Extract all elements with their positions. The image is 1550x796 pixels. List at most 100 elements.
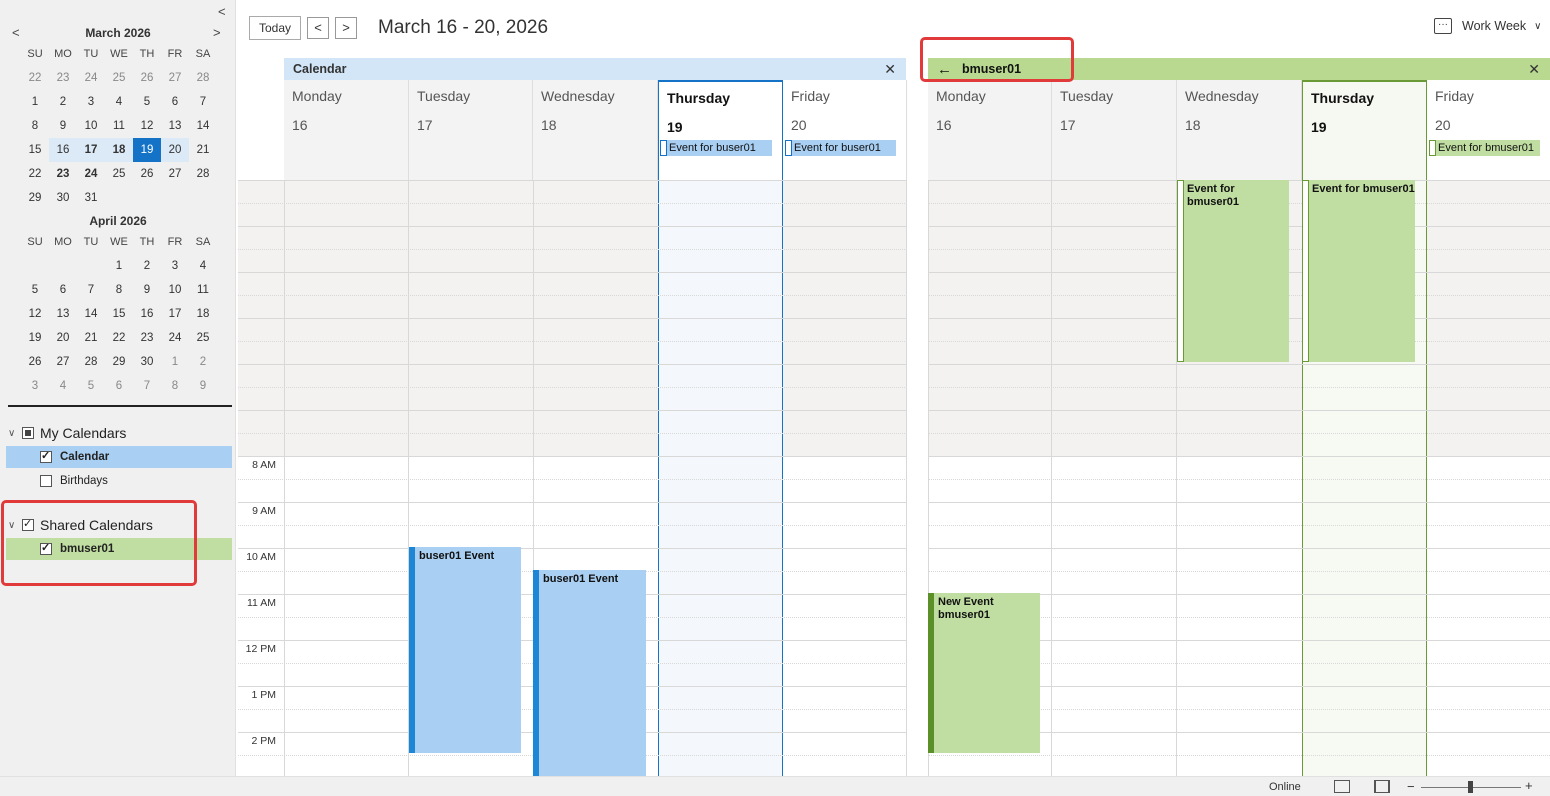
mini-calendar-day[interactable]: 29 <box>105 350 133 374</box>
group-checkbox[interactable] <box>22 427 34 439</box>
mini-calendar-day[interactable]: 26 <box>21 350 49 374</box>
day-header-wednesday[interactable]: Wednesday 18 <box>1177 80 1302 180</box>
mini-calendar-day[interactable]: 10 <box>77 114 105 138</box>
day-header-friday[interactable]: Friday 20 <box>1427 80 1550 180</box>
chevron-down-icon[interactable]: ∨ <box>8 428 22 439</box>
mini-calendar-day[interactable]: 13 <box>161 114 189 138</box>
mini-calendar-day[interactable]: 6 <box>105 374 133 398</box>
allday-event[interactable]: Event for bmuser01 <box>1429 140 1540 156</box>
mini-calendar-day[interactable]: 3 <box>161 254 189 278</box>
mini-calendar-day[interactable]: 22 <box>21 66 49 90</box>
calendar-event[interactable]: buser01 Event <box>409 547 521 753</box>
mini-calendar-day[interactable]: 27 <box>161 162 189 186</box>
day-header-thursday[interactable]: Thursday 19 <box>1302 80 1427 180</box>
allday-event[interactable]: Event for buser01 <box>660 140 772 156</box>
mini-calendar-day[interactable]: 7 <box>77 278 105 302</box>
calendar-pane-header[interactable]: Calendar ✕ <box>284 58 906 80</box>
allday-event[interactable]: Event for buser01 <box>785 140 896 156</box>
calendar-checkbox[interactable] <box>40 449 52 463</box>
mini-calendar-day[interactable]: 3 <box>21 374 49 398</box>
mini-calendar-day[interactable]: 17 <box>161 302 189 326</box>
mini-calendar-day[interactable]: 21 <box>189 138 217 162</box>
calendar-item-birthdays[interactable]: Birthdays <box>6 470 232 492</box>
mini-calendar-day[interactable]: 2 <box>133 254 161 278</box>
mini-calendar-day[interactable]: 4 <box>49 374 77 398</box>
mini-calendar-day[interactable]: 24 <box>77 66 105 90</box>
zoom-in-button[interactable]: + <box>1525 778 1533 793</box>
mini-calendar-day[interactable]: 9 <box>133 278 161 302</box>
mini-calendar-day[interactable]: 12 <box>21 302 49 326</box>
calendar-event[interactable]: Event for bmuser01 <box>1177 180 1289 362</box>
mini-calendar-day[interactable]: 12 <box>133 114 161 138</box>
mini-calendar-day[interactable]: 28 <box>189 66 217 90</box>
mini-calendar-day[interactable]: 23 <box>49 162 77 186</box>
mini-calendar-day[interactable]: 1 <box>21 90 49 114</box>
close-icon[interactable]: ✕ <box>884 61 896 78</box>
mini-calendar-day[interactable]: 14 <box>189 114 217 138</box>
mini-calendar-day[interactable]: 24 <box>161 326 189 350</box>
mini-calendar-day[interactable]: 15 <box>105 302 133 326</box>
mini-calendar-day[interactable]: 23 <box>49 66 77 90</box>
mini-calendar-day[interactable]: 25 <box>105 162 133 186</box>
mini-calendar-day[interactable]: 2 <box>189 350 217 374</box>
mini-calendar-day[interactable]: 23 <box>133 326 161 350</box>
mini-calendar-day[interactable]: 30 <box>133 350 161 374</box>
mini-calendar-day[interactable]: 28 <box>189 162 217 186</box>
mini-calendar-day[interactable]: 20 <box>49 326 77 350</box>
mini-calendar-day[interactable]: 18 <box>189 302 217 326</box>
mini-calendar-day[interactable]: 17 <box>77 138 105 162</box>
day-header-tuesday[interactable]: Tuesday 17 <box>1052 80 1177 180</box>
mini-calendar-day[interactable]: 5 <box>77 374 105 398</box>
day-header-friday[interactable]: Friday 20 <box>783 80 907 180</box>
mini-calendar-day[interactable]: 26 <box>133 162 161 186</box>
calendar-item-calendar[interactable]: Calendar <box>6 446 232 468</box>
zoom-slider-thumb[interactable] <box>1468 781 1473 793</box>
mini-calendar-day[interactable]: 5 <box>21 278 49 302</box>
mini-calendar-day[interactable]: 21 <box>77 326 105 350</box>
mini-calendar-day[interactable]: 1 <box>105 254 133 278</box>
calendar-event[interactable]: New Event bmuser01 <box>928 593 1040 753</box>
day-header-monday[interactable]: Monday 16 <box>284 80 409 180</box>
mini-calendar-day[interactable]: 16 <box>49 138 77 162</box>
reading-view-icon[interactable] <box>1374 780 1390 793</box>
mini-calendar-day[interactable]: 8 <box>105 278 133 302</box>
close-icon[interactable]: ✕ <box>1528 61 1540 78</box>
day-header-monday[interactable]: Monday 16 <box>928 80 1052 180</box>
previous-week-button[interactable]: < <box>307 17 329 39</box>
calendar-event[interactable]: Event for bmuser01 <box>1302 180 1415 362</box>
collapse-sidebar-button[interactable]: < <box>218 4 226 19</box>
mini-calendar-day[interactable]: 11 <box>189 278 217 302</box>
mini-calendar-day[interactable]: 18 <box>105 138 133 162</box>
mini-calendar-day[interactable]: 11 <box>105 114 133 138</box>
mini-calendar-day[interactable]: 26 <box>133 66 161 90</box>
mini-calendar-day[interactable]: 20 <box>161 138 189 162</box>
mini-calendar-day[interactable]: 22 <box>105 326 133 350</box>
mini-calendar-day[interactable]: 25 <box>105 66 133 90</box>
next-week-button[interactable]: > <box>335 17 357 39</box>
day-header-tuesday[interactable]: Tuesday 17 <box>409 80 533 180</box>
mini-calendar-day[interactable]: 22 <box>21 162 49 186</box>
mini-calendar-day[interactable]: 30 <box>49 186 77 210</box>
birthdays-checkbox[interactable] <box>40 475 52 487</box>
my-calendars-group[interactable]: ∨ My Calendars <box>8 422 126 444</box>
mini-calendar-day[interactable]: 31 <box>77 186 105 210</box>
today-button[interactable]: Today <box>249 16 301 40</box>
mini-calendar-day[interactable]: 29 <box>21 186 49 210</box>
mini-calendar-day[interactable]: 9 <box>189 374 217 398</box>
mini-calendar-day[interactable]: 25 <box>189 326 217 350</box>
mini-calendar-day[interactable]: 7 <box>133 374 161 398</box>
mini-calendar-day[interactable]: 6 <box>161 90 189 114</box>
view-selector[interactable]: Work Week ∨ <box>1434 18 1541 34</box>
day-header-thursday[interactable]: Thursday 19 <box>658 80 783 180</box>
mini-calendar-day[interactable]: 6 <box>49 278 77 302</box>
mini-calendar-day[interactable]: 24 <box>77 162 105 186</box>
mini-calendar-day[interactable]: 4 <box>105 90 133 114</box>
mini-calendar-day[interactable]: 4 <box>189 254 217 278</box>
mini-calendar-day[interactable]: 2 <box>49 90 77 114</box>
mini-calendar-day[interactable]: 19 <box>133 138 161 162</box>
mini-calendar-day[interactable]: 15 <box>21 138 49 162</box>
mini-calendar-day[interactable]: 1 <box>161 350 189 374</box>
mini-calendar-day[interactable]: 16 <box>133 302 161 326</box>
calendar-event[interactable]: buser01 Event <box>533 570 646 776</box>
day-header-wednesday[interactable]: Wednesday 18 <box>533 80 658 180</box>
